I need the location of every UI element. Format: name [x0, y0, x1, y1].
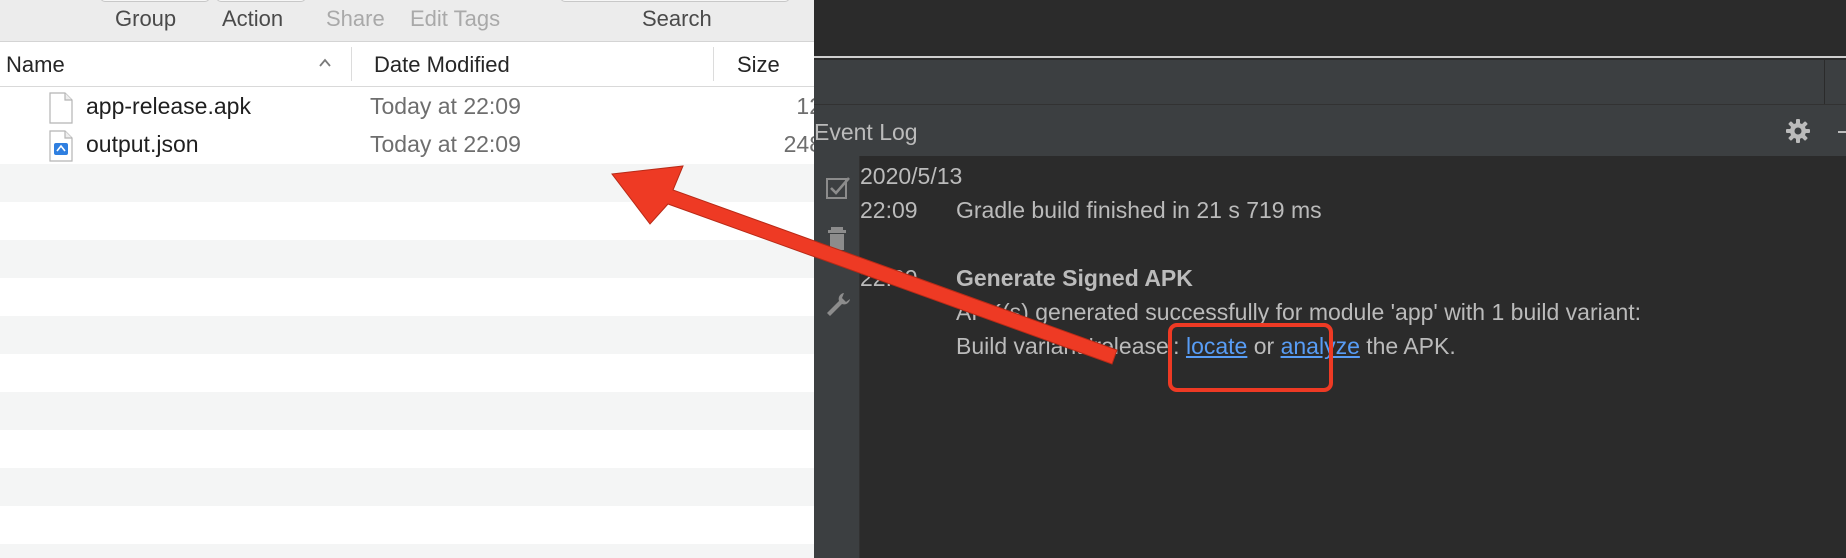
editor-area: [814, 0, 1846, 58]
log-entry-title: Generate Signed APK: [956, 265, 1193, 291]
event-log-toolbar: [814, 156, 860, 558]
file-date: Today at 22:09: [370, 131, 521, 157]
trash-icon[interactable]: [824, 224, 852, 252]
file-size: 12: [796, 93, 814, 119]
share-button[interactable]: Share: [326, 6, 385, 32]
log-message: APK(s) generated successfully for module…: [956, 299, 1642, 325]
group-button-frame: [100, 0, 210, 2]
mark-all-read-icon[interactable]: [824, 174, 852, 202]
event-log-body: 2020/5/13 22:09 Gradle build finished in…: [860, 156, 1846, 558]
log-time: 22:09: [860, 265, 918, 291]
file-row[interactable]: output.json Today at 22:09 248: [0, 126, 814, 164]
event-log-title: Event Log: [814, 119, 918, 145]
empty-row: [0, 468, 814, 506]
log-text-suffix: the APK.: [1359, 333, 1456, 359]
annotation-highlight-box: [1168, 323, 1333, 392]
empty-row: [0, 278, 814, 316]
json-file-icon: [49, 130, 73, 162]
group-button[interactable]: Group: [115, 6, 176, 32]
empty-row: [0, 240, 814, 278]
android-studio-window: Event Log 2020/5/13 22:09 Gradle build f…: [814, 0, 1846, 558]
column-divider[interactable]: [351, 47, 352, 81]
column-date-modified[interactable]: Date Modified: [374, 52, 510, 78]
column-divider[interactable]: [713, 47, 714, 81]
log-time: 22:09: [860, 197, 918, 223]
minimize-icon[interactable]: [1838, 131, 1846, 133]
column-size[interactable]: Size: [737, 52, 780, 78]
tool-strip: [814, 60, 1846, 104]
gear-icon[interactable]: [1784, 117, 1812, 145]
finder-window: Group Action Share Edit Tags Search Name…: [0, 0, 814, 558]
empty-row: [0, 316, 814, 354]
empty-row: [0, 354, 814, 392]
log-text-prefix: Build variant 'release':: [956, 333, 1186, 359]
action-button-frame: [216, 0, 306, 2]
log-message: Gradle build finished in 21 s 719 ms: [956, 197, 1322, 223]
sort-ascending-icon[interactable]: [317, 55, 333, 71]
log-date: 2020/5/13: [860, 163, 963, 189]
file-row[interactable]: app-release.apk Today at 22:09 12: [0, 88, 814, 126]
wrench-icon[interactable]: [824, 290, 852, 318]
finder-toolbar: Group Action Share Edit Tags Search: [0, 0, 814, 42]
empty-row: [0, 392, 814, 430]
empty-row: [0, 202, 814, 240]
document-icon: [49, 92, 73, 124]
event-log-header: Event Log: [814, 104, 1846, 156]
search-field-frame: [560, 0, 790, 2]
empty-row: [0, 164, 814, 202]
empty-row: [0, 430, 814, 468]
file-list: app-release.apk Today at 22:09 12 output…: [0, 88, 814, 558]
search-button[interactable]: Search: [642, 6, 712, 32]
action-button[interactable]: Action: [222, 6, 283, 32]
strip-divider: [1824, 60, 1825, 104]
edit-tags-button[interactable]: Edit Tags: [410, 6, 500, 32]
column-header: Name Date Modified Size: [0, 42, 814, 87]
empty-row: [0, 506, 814, 544]
column-name[interactable]: Name: [6, 52, 65, 78]
file-size: 248: [783, 131, 814, 157]
file-date: Today at 22:09: [370, 93, 521, 119]
empty-row: [0, 544, 814, 558]
file-name: output.json: [86, 131, 199, 157]
file-name: app-release.apk: [86, 93, 251, 119]
